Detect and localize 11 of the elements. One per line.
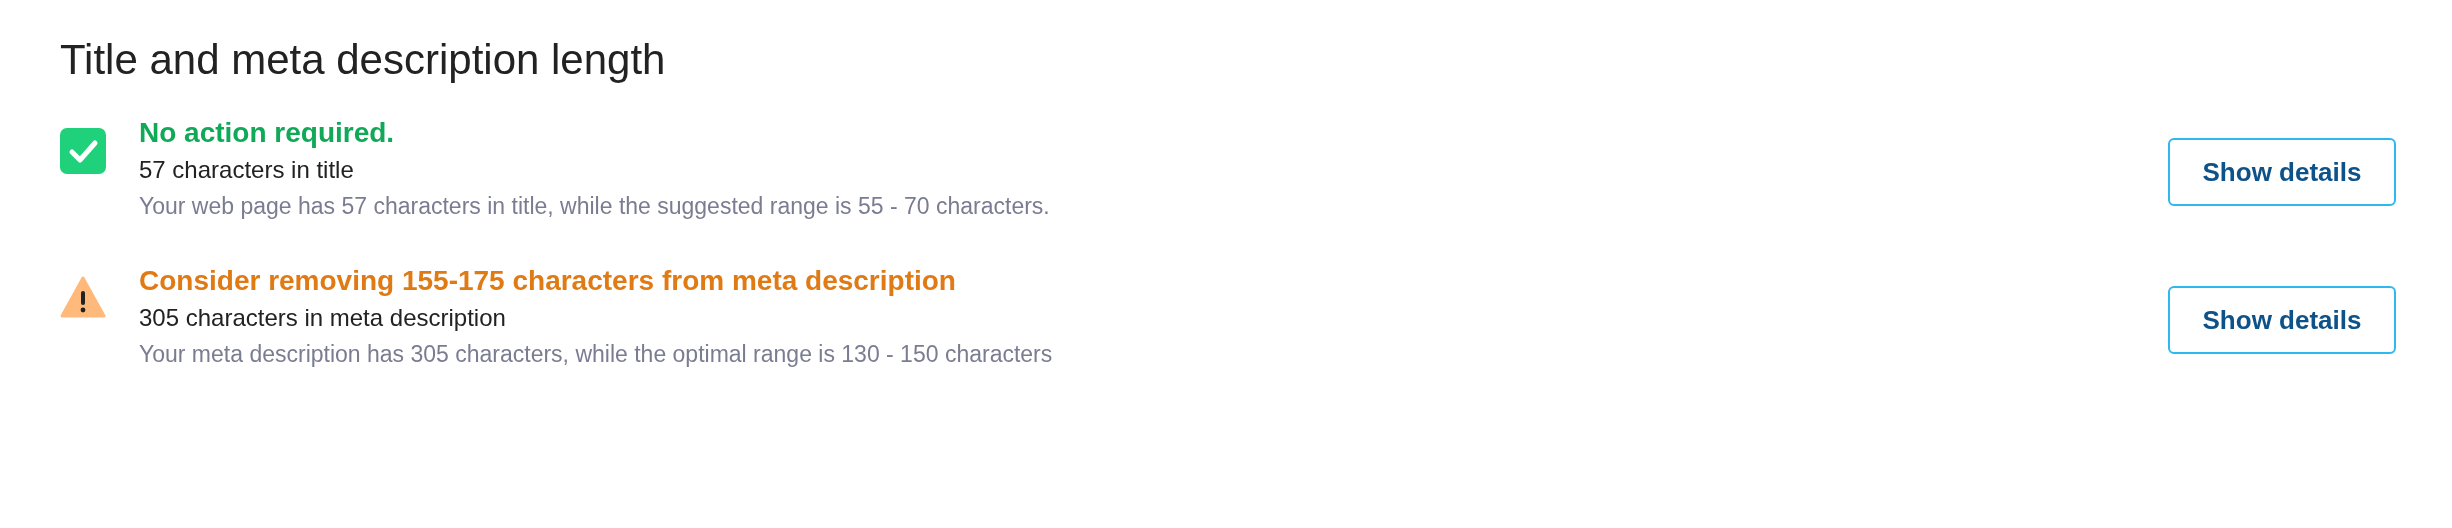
status-headline: Consider removing 155-175 characters from meta description <box>139 264 957 298</box>
show-details-button[interactable]: Show details <box>2168 286 2396 354</box>
warning-icon <box>60 276 106 318</box>
checkmark-icon <box>60 128 106 174</box>
show-details-button[interactable]: Show details <box>2168 138 2396 206</box>
detail-text: Your web page has 57 characters in title, while the suggested range is 55 - 70 characters. <box>139 192 1051 221</box>
detail-text: Your meta description has 305 characters, while the optimal range is 130 - 150 characters <box>139 340 1054 369</box>
status-headline: No action required. <box>139 116 396 150</box>
summary-text: 57 characters in title <box>139 155 355 185</box>
section-heading: Title and meta description length <box>60 36 667 84</box>
summary-text: 305 characters in meta description <box>139 303 507 333</box>
